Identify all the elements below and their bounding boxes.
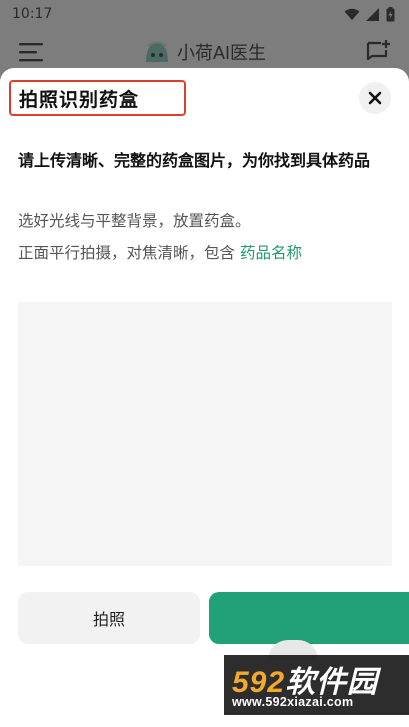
battery-icon (386, 6, 395, 21)
wifi-icon (344, 8, 360, 20)
instruction-line-2: 正面平行拍摄，对焦清晰，包含 药品名称 (18, 241, 302, 265)
watermark-url: www.592xiazai.com (232, 695, 354, 709)
sheet-title-highlight: 拍照识别药盒 (9, 80, 186, 116)
action-buttons: 拍照 (18, 592, 409, 644)
new-chat-icon[interactable] (365, 39, 391, 65)
take-photo-button[interactable]: 拍照 (18, 592, 200, 644)
camera-preview-area (18, 302, 392, 566)
watermark: 592软件园 www.592xiazai.com (224, 655, 409, 715)
drug-name-highlight: 药品名称 (239, 244, 302, 262)
screen: 10:17 小荷AI医生 拍照识别药盒 请上传清晰、完整的药盒图片，为你找到具体… (0, 0, 409, 727)
instruction-heading: 请上传清晰、完整的药盒图片，为你找到具体药品 (18, 151, 371, 170)
menu-icon[interactable] (18, 39, 44, 65)
instruction-line-2-text: 正面平行拍摄，对焦清晰，包含 (18, 244, 236, 262)
app-title: 小荷AI医生 (176, 43, 266, 63)
close-icon (368, 91, 382, 105)
status-bar: 10:17 (0, 0, 409, 28)
signal-icon (366, 7, 379, 21)
app-title-wrap: 小荷AI医生 (143, 39, 266, 65)
album-button[interactable] (209, 592, 409, 644)
instruction-line-1: 选好光线与平整背景，放置药盒。 (18, 212, 251, 230)
logo-icon (145, 41, 168, 62)
sheet-title: 拍照识别药盒 (19, 88, 140, 111)
close-button[interactable] (359, 82, 391, 114)
status-icons (344, 6, 395, 22)
status-time: 10:17 (12, 6, 53, 22)
